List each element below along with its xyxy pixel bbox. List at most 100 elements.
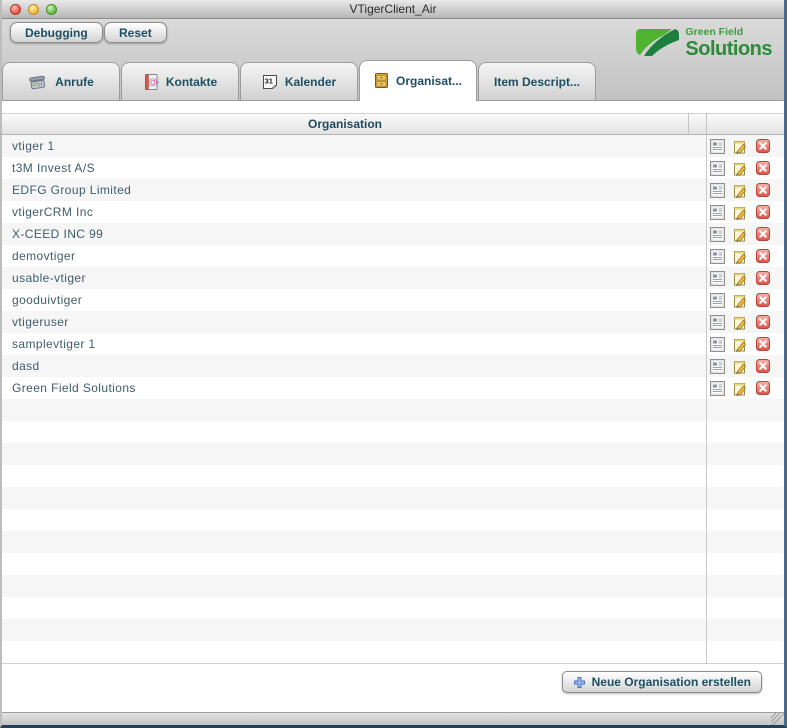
- view-details-button[interactable]: [710, 337, 725, 352]
- edit-button[interactable]: [733, 381, 748, 396]
- edit-icon: [733, 249, 748, 264]
- table-row: dasd: [2, 355, 784, 377]
- delete-button[interactable]: [756, 315, 771, 330]
- edit-button[interactable]: [733, 293, 748, 308]
- view-details-icon: [710, 249, 725, 264]
- view-details-icon: [710, 183, 725, 198]
- edit-button[interactable]: [733, 359, 748, 374]
- view-details-icon: [710, 315, 725, 330]
- edit-icon: [733, 293, 748, 308]
- toolbar-area: Debugging Reset Green Field Solutions: [2, 19, 784, 100]
- debugging-button[interactable]: Debugging: [10, 22, 103, 43]
- minimize-button[interactable]: [28, 4, 39, 15]
- tab-anrufe[interactable]: Anrufe: [2, 62, 120, 100]
- tab-item-description[interactable]: Item Descript...: [478, 62, 596, 100]
- delete-button[interactable]: [756, 161, 771, 176]
- table-row: vtigerCRM Inc: [2, 201, 784, 223]
- resize-grip[interactable]: [771, 713, 784, 725]
- view-details-icon: [710, 205, 725, 220]
- tab-kontakte[interactable]: @ Kontakte: [121, 62, 239, 100]
- content-area: Organisation vtiger 1: [2, 100, 784, 712]
- edit-button[interactable]: [733, 227, 748, 242]
- view-details-button[interactable]: [710, 359, 725, 374]
- view-details-button[interactable]: [710, 161, 725, 176]
- empty-table-row: [2, 531, 784, 553]
- titlebar[interactable]: VTigerClient_Air: [2, 0, 784, 19]
- empty-table-row: [2, 575, 784, 597]
- edit-button[interactable]: [733, 315, 748, 330]
- delete-icon: [756, 315, 770, 329]
- empty-table-row: [2, 597, 784, 619]
- empty-table-row: [2, 399, 784, 421]
- view-details-icon: [710, 139, 725, 154]
- delete-icon: [756, 139, 770, 153]
- delete-button[interactable]: [756, 183, 771, 198]
- statusbar: [2, 712, 784, 725]
- delete-icon: [756, 205, 770, 219]
- edit-button[interactable]: [733, 139, 748, 154]
- table-row: t3M Invest A/S: [2, 157, 784, 179]
- delete-button[interactable]: [756, 139, 771, 154]
- phone-icon: [28, 73, 48, 91]
- organisation-name: vtigeruser: [12, 315, 69, 329]
- view-details-button[interactable]: [710, 183, 725, 198]
- delete-button[interactable]: [756, 271, 771, 286]
- address-book-icon: @: [143, 73, 159, 91]
- tab-label: Item Descript...: [494, 75, 580, 89]
- edit-button[interactable]: [733, 337, 748, 352]
- view-details-button[interactable]: [710, 249, 725, 264]
- delete-button[interactable]: [756, 205, 771, 220]
- edit-icon: [733, 337, 748, 352]
- organisation-name: t3M Invest A/S: [12, 161, 95, 175]
- empty-table-row: [2, 553, 784, 575]
- tab-label: Organisat...: [396, 74, 462, 88]
- edit-button[interactable]: [733, 205, 748, 220]
- delete-button[interactable]: [756, 249, 771, 264]
- edit-button[interactable]: [733, 161, 748, 176]
- delete-icon: [756, 381, 770, 395]
- view-details-icon: [710, 161, 725, 176]
- new-organisation-label: Neue Organisation erstellen: [592, 675, 751, 689]
- close-button[interactable]: [10, 4, 21, 15]
- organisation-name: dasd: [12, 359, 40, 373]
- edit-button[interactable]: [733, 249, 748, 264]
- view-details-button[interactable]: [710, 293, 725, 308]
- delete-button[interactable]: [756, 337, 771, 352]
- organisation-name: vtigerCRM Inc: [12, 205, 93, 219]
- organisation-name: demovtiger: [12, 249, 75, 263]
- view-details-button[interactable]: [710, 381, 725, 396]
- delete-icon: [756, 271, 770, 285]
- plus-icon: [573, 676, 586, 689]
- table-row: vtigeruser: [2, 311, 784, 333]
- tab-organisation[interactable]: Organisat...: [359, 60, 477, 100]
- window-title: VTigerClient_Air: [2, 0, 784, 18]
- organisation-name: vtiger 1: [12, 139, 55, 153]
- delete-button[interactable]: [756, 227, 771, 242]
- delete-button[interactable]: [756, 359, 771, 374]
- delete-icon: [756, 161, 770, 175]
- view-details-button[interactable]: [710, 315, 725, 330]
- delete-button[interactable]: [756, 381, 771, 396]
- table-row: gooduivtiger: [2, 289, 784, 311]
- tab-kalender[interactable]: 31 Kalender: [240, 62, 358, 100]
- zoom-button[interactable]: [46, 4, 57, 15]
- delete-icon: [756, 337, 770, 351]
- view-details-icon: [710, 359, 725, 374]
- edit-button[interactable]: [733, 183, 748, 198]
- column-header-spacer: [689, 114, 707, 134]
- table-row: X-CEED INC 99: [2, 223, 784, 245]
- tab-label: Kalender: [285, 75, 336, 89]
- new-organisation-button[interactable]: Neue Organisation erstellen: [562, 671, 762, 693]
- view-details-button[interactable]: [710, 205, 725, 220]
- edit-icon: [733, 359, 748, 374]
- delete-button[interactable]: [756, 293, 771, 308]
- edit-icon: [733, 139, 748, 154]
- reset-button[interactable]: Reset: [104, 22, 167, 43]
- edit-icon: [733, 315, 748, 330]
- cabinet-icon: [374, 72, 389, 89]
- calendar-day: 31: [264, 76, 272, 85]
- view-details-button[interactable]: [710, 139, 725, 154]
- view-details-button[interactable]: [710, 271, 725, 286]
- edit-button[interactable]: [733, 271, 748, 286]
- view-details-button[interactable]: [710, 227, 725, 242]
